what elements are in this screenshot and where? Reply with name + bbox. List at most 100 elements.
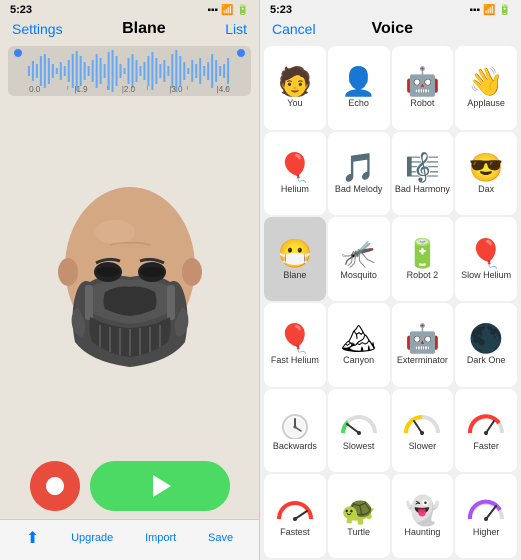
mosquito-icon: 🦟: [341, 240, 376, 268]
fastest-label: Fastest: [280, 527, 310, 537]
share-toolbar-item[interactable]: ⬆: [26, 528, 39, 548]
list-button[interactable]: List: [225, 21, 247, 37]
dark-one-label: Dark One: [467, 356, 506, 366]
slower-label: Slower: [409, 441, 437, 451]
voice-fastest[interactable]: Fastest: [264, 474, 326, 558]
waveform-area[interactable]: 0.0|1.9|2.0|3.0|4.0: [8, 46, 251, 96]
right-battery-icon: 🔋: [499, 5, 511, 16]
mosquito-label: Mosquito: [340, 271, 377, 281]
bad-harmony-label: Bad Harmony: [395, 185, 450, 195]
waveform-handle-right[interactable]: [237, 49, 245, 57]
voice-canyon[interactable]: 🏔 Canyon: [328, 303, 390, 387]
bottom-toolbar: ⬆ Upgrade Import Save: [0, 519, 259, 560]
slow-helium-icon: 🎈: [469, 240, 504, 268]
settings-button[interactable]: Settings: [12, 21, 63, 37]
exterminator-label: Exterminator: [397, 356, 448, 366]
bad-melody-label: Bad Melody: [335, 185, 383, 195]
upgrade-toolbar-item[interactable]: Upgrade: [71, 532, 113, 544]
voice-faster[interactable]: Faster: [455, 389, 517, 473]
you-label: You: [287, 99, 302, 109]
voice-dark-one[interactable]: 🌑 Dark One: [455, 303, 517, 387]
controls-area: [0, 453, 259, 519]
cancel-button[interactable]: Cancel: [272, 21, 316, 37]
backwards-gauge-icon: [273, 409, 317, 439]
turtle-icon: 🐢: [341, 497, 376, 525]
voice-slow-helium[interactable]: 🎈 Slow Helium: [455, 217, 517, 301]
haunting-label: Haunting: [404, 528, 440, 538]
import-toolbar-item[interactable]: Import: [145, 532, 176, 544]
left-status-time: 5:23: [10, 4, 32, 16]
helium-label: Helium: [281, 185, 309, 195]
left-status-icons: ▪▪▪ 📶 🔋: [207, 5, 249, 16]
voice-higher[interactable]: Higher: [455, 474, 517, 558]
slowest-label: Slowest: [343, 441, 375, 451]
left-panel: 5:23 ▪▪▪ 📶 🔋 Settings Blane List: [0, 0, 260, 560]
left-status-bar: 5:23 ▪▪▪ 📶 🔋: [0, 0, 259, 18]
waveform-handle-left[interactable]: [14, 49, 22, 57]
canyon-icon: 🏔: [341, 325, 377, 353]
signal-icon: ▪▪▪: [207, 5, 218, 16]
slowest-gauge-icon: [337, 409, 381, 439]
robot-label: Robot: [410, 99, 434, 109]
applause-label: Applause: [467, 99, 505, 109]
higher-gauge-icon: [464, 495, 508, 525]
right-nav: Cancel Voice: [260, 18, 521, 44]
faster-label: Faster: [473, 441, 499, 451]
import-label: Import: [145, 532, 176, 544]
backwards-label: Backwards: [273, 441, 317, 451]
voice-robot2[interactable]: 🔋 Robot 2: [392, 217, 454, 301]
record-button[interactable]: [30, 461, 80, 511]
save-toolbar-item[interactable]: Save: [208, 532, 233, 544]
blane-icon: 😷: [277, 240, 312, 268]
share-icon: ⬆: [26, 528, 39, 548]
right-signal-icon: ▪▪▪: [469, 5, 480, 16]
battery-icon: 🔋: [237, 5, 249, 16]
voice-mosquito[interactable]: 🦟 Mosquito: [328, 217, 390, 301]
haunting-icon: 👻: [405, 497, 440, 525]
left-nav-title: Blane: [122, 20, 166, 38]
voice-backwards[interactable]: Backwards: [264, 389, 326, 473]
voice-blane[interactable]: 😷 Blane: [264, 217, 326, 301]
fastest-gauge-icon: [273, 495, 317, 525]
voice-haunting[interactable]: 👻 Haunting: [392, 474, 454, 558]
right-wifi-icon: 📶: [483, 5, 495, 16]
robot2-label: Robot 2: [407, 271, 439, 281]
mic-icon: [46, 477, 64, 495]
echo-label: Echo: [348, 99, 369, 109]
bad-melody-icon: 🎵: [341, 154, 376, 182]
higher-label: Higher: [473, 527, 500, 537]
echo-icon: 👤: [341, 68, 376, 96]
canyon-label: Canyon: [343, 356, 374, 366]
right-status-icons: ▪▪▪ 📶 🔋: [469, 5, 511, 16]
voice-applause[interactable]: 👋 Applause: [455, 46, 517, 130]
voice-you[interactable]: 🧑 You: [264, 46, 326, 130]
voice-bad-melody[interactable]: 🎵 Bad Melody: [328, 132, 390, 216]
save-label: Save: [208, 532, 233, 544]
voice-fast-helium[interactable]: 🎈 Fast Helium: [264, 303, 326, 387]
wifi-icon: 📶: [221, 5, 233, 16]
voice-dax[interactable]: 😎 Dax: [455, 132, 517, 216]
voice-echo[interactable]: 👤 Echo: [328, 46, 390, 130]
right-status-time: 5:23: [270, 4, 292, 16]
voice-robot[interactable]: 🤖 Robot: [392, 46, 454, 130]
right-panel: 5:23 ▪▪▪ 📶 🔋 Cancel Voice 🧑 You 👤 Echo 🤖…: [260, 0, 521, 560]
bad-harmony-icon: 🎼: [405, 154, 440, 182]
bane-avatar: [50, 177, 210, 377]
voice-bad-harmony[interactable]: 🎼 Bad Harmony: [392, 132, 454, 216]
voice-turtle[interactable]: 🐢 Turtle: [328, 474, 390, 558]
right-status-bar: 5:23 ▪▪▪ 📶 🔋: [260, 0, 521, 18]
voice-helium[interactable]: 🎈 Helium: [264, 132, 326, 216]
play-triangle-icon: [153, 475, 171, 497]
voice-slowest[interactable]: Slowest: [328, 389, 390, 473]
left-nav: Settings Blane List: [0, 18, 259, 42]
faster-gauge-icon: [464, 409, 508, 439]
applause-icon: 👋: [469, 68, 504, 96]
play-button[interactable]: [90, 461, 230, 511]
voice-exterminator[interactable]: 🤖 Exterminator: [392, 303, 454, 387]
voice-slower[interactable]: Slower: [392, 389, 454, 473]
slower-gauge-icon: [400, 409, 444, 439]
turtle-label: Turtle: [347, 528, 370, 538]
avatar-area: [0, 100, 259, 453]
slow-helium-label: Slow Helium: [461, 271, 511, 281]
helium-icon: 🎈: [277, 154, 312, 182]
